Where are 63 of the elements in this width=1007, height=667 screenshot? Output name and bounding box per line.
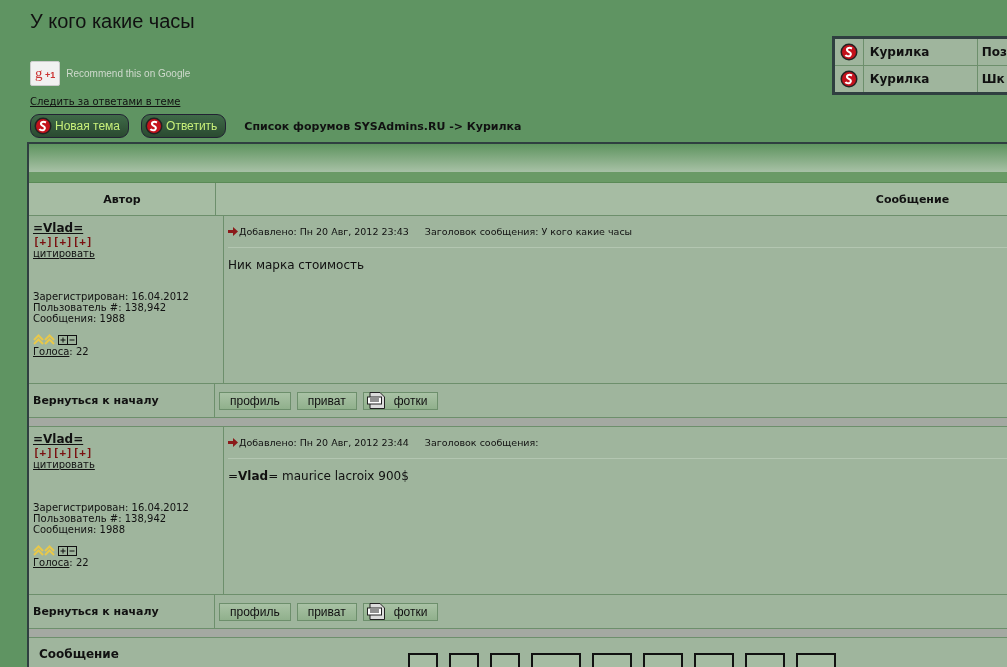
rank-links[interactable]: [+][+][+]: [33, 235, 93, 248]
arrow-icon: [228, 438, 238, 447]
post-subject: Заголовок сообщения:: [424, 437, 539, 448]
plus-minus-icon[interactable]: [58, 334, 77, 345]
message-count: Сообщения: 1988: [33, 524, 126, 535]
post-button[interactable]: профиль: [219, 391, 291, 410]
recommend-text: Recommend this on Google: [66, 68, 191, 79]
document-icon: [366, 392, 385, 409]
format-button[interactable]: [694, 653, 734, 667]
message-label: Сообщение: [38, 646, 120, 663]
votes-count: : 22: [69, 346, 89, 357]
post-button[interactable]: фотки: [362, 602, 439, 621]
post-date: Добавлено: Пн 20 Авг, 2012 23:44: [239, 437, 409, 448]
format-button[interactable]: [408, 653, 438, 667]
post-button[interactable]: фотки: [362, 391, 439, 410]
action-button[interactable]: Ответить: [141, 114, 227, 138]
format-button[interactable]: [643, 653, 683, 667]
format-button[interactable]: [490, 653, 520, 667]
forum-name[interactable]: Курилка: [863, 39, 978, 65]
votes-count: : 22: [69, 557, 89, 568]
column-header: Сообщение: [874, 191, 951, 208]
registered-date: Зарегистрирован: 16.04.2012: [33, 502, 189, 513]
post-button[interactable]: приват: [296, 602, 357, 621]
forum-name[interactable]: Курилка: [863, 66, 978, 92]
page-title: У кого какие часы: [30, 10, 195, 34]
author-link[interactable]: =Vlad=: [33, 432, 84, 446]
document-icon: [366, 603, 385, 620]
back-to-top-link[interactable]: Вернуться к началу: [33, 605, 159, 618]
quote-link[interactable]: цитировать: [33, 248, 95, 259]
post-button[interactable]: профиль: [219, 602, 291, 621]
format-button[interactable]: [796, 653, 836, 667]
user-number: Пользователь #: 138,942: [33, 513, 168, 524]
column-header: Автор: [29, 183, 216, 215]
post-body: =Vlad= maurice lacroix 900$: [228, 468, 410, 483]
format-button[interactable]: [745, 653, 785, 667]
topic-title[interactable]: Шк: [977, 66, 1005, 92]
arrow-icon: [228, 227, 238, 236]
s-logo-icon: [839, 70, 858, 88]
author-link[interactable]: =Vlad=: [33, 221, 84, 235]
rank-chevrons-icon: [33, 334, 55, 345]
post-button[interactable]: приват: [296, 391, 357, 410]
message-count: Сообщения: 1988: [33, 313, 126, 324]
user-number: Пользователь #: 138,942: [33, 302, 168, 313]
format-button[interactable]: [592, 653, 632, 667]
breadcrumb: Список форумов SYSAdmins.RU -> Курилка: [244, 119, 522, 133]
format-button[interactable]: [449, 653, 479, 667]
back-to-top-link[interactable]: Вернуться к началу: [33, 394, 159, 407]
s-logo-icon: [145, 117, 164, 135]
action-button[interactable]: Новая тема: [30, 114, 130, 138]
format-button[interactable]: [531, 653, 581, 667]
s-logo-icon: [839, 43, 858, 61]
post-date: Добавлено: Пн 20 Авг, 2012 23:43: [239, 226, 409, 237]
post-body: Ник марка стоимость: [228, 257, 366, 272]
rank-links[interactable]: [+][+][+]: [33, 446, 93, 459]
google-plus-button[interactable]: g +1: [30, 61, 61, 86]
s-logo-icon: [34, 117, 52, 135]
rank-chevrons-icon: [33, 545, 55, 556]
post-subject: Заголовок сообщения: У кого какие часы: [424, 226, 633, 237]
watch-topic-link[interactable]: Следить за ответами в теме: [30, 96, 195, 107]
plus-minus-icon[interactable]: [58, 545, 77, 556]
quote-link[interactable]: цитировать: [33, 459, 95, 470]
registered-date: Зарегистрирован: 16.04.2012: [33, 291, 189, 302]
topic-title[interactable]: Поз: [977, 39, 1007, 65]
